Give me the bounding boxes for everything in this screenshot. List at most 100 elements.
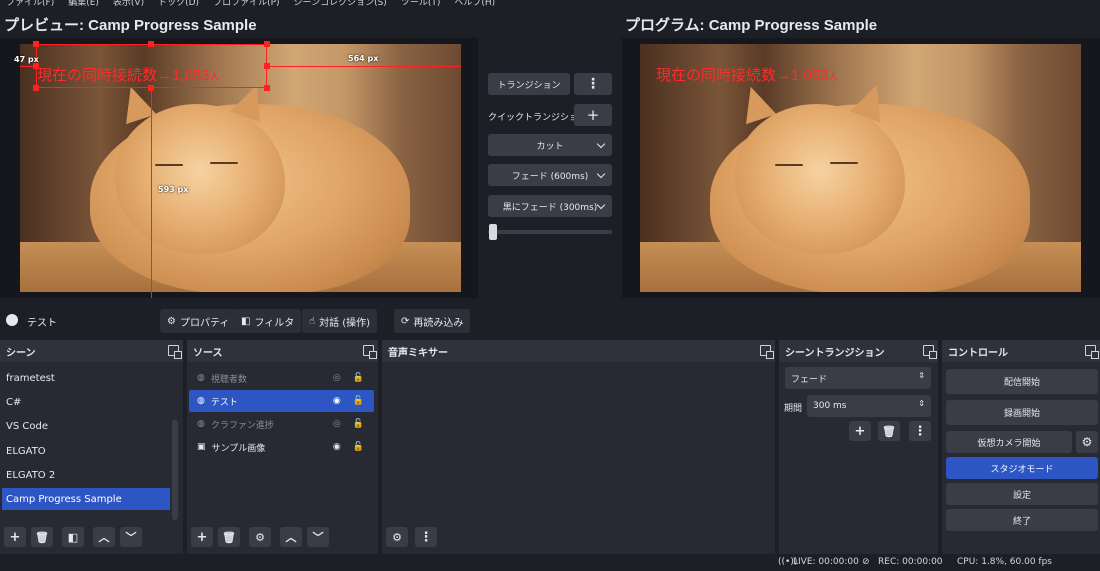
scene-item-selected[interactable]: Camp Progress Sample: [2, 488, 170, 510]
controls-header: コントロール: [942, 340, 1100, 362]
selected-source-name: テスト: [27, 318, 57, 329]
filters-button[interactable]: ◧ フィルタ: [234, 309, 302, 333]
quick-transition-cut[interactable]: カット: [488, 134, 612, 156]
chevron-down-icon: [596, 139, 606, 149]
scenes-scrollbar[interactable]: [172, 420, 178, 520]
move-source-up-button[interactable]: ︿: [280, 527, 302, 547]
lock-icon[interactable]: 🔓: [353, 419, 364, 429]
start-streaming-button[interactable]: 配信開始: [946, 369, 1098, 394]
menu-file[interactable]: ファイル(F): [6, 0, 54, 10]
scene-item[interactable]: ELGATO: [2, 440, 170, 462]
duration-spinbox[interactable]: 300 ms ⇕: [807, 395, 931, 417]
resize-handle[interactable]: [33, 85, 39, 91]
scene-item[interactable]: VS Code: [2, 415, 170, 437]
browser-icon: ◍: [197, 373, 205, 383]
menu-scene-collection[interactable]: シーンコレクション(S): [294, 0, 387, 10]
transition-button[interactable]: トランジション: [488, 73, 570, 95]
add-scene-button[interactable]: +: [4, 527, 26, 547]
updown-icon: ⇕: [918, 371, 925, 380]
menu-edit[interactable]: 編集(E): [68, 0, 99, 10]
source-properties-button[interactable]: ⚙: [249, 527, 271, 547]
chevron-up-icon: ︿: [285, 531, 297, 544]
quick-transition-label: クイックトランジション: [488, 113, 588, 123]
undock-icon[interactable]: [168, 345, 182, 359]
source-item-selected[interactable]: ◍ テスト ◉ 🔓: [189, 390, 374, 412]
eye-hidden-icon[interactable]: ◎: [333, 419, 341, 429]
transition-type-select[interactable]: フェード ⇕: [785, 367, 931, 389]
sources-dock: ソース ◍ 視聴者数 ◎ 🔓 ◍ テスト ◉ 🔓 ◍ クラファン進捗 ◎ 🔓 ▣…: [187, 340, 378, 554]
program-area: 現在の同時接続数→1,053人: [622, 38, 1100, 298]
transition-menu-button[interactable]: ⋮: [574, 73, 612, 95]
menu-view[interactable]: 表示(V): [113, 0, 144, 10]
scenes-dock-header: シーン: [0, 340, 183, 362]
guide-left: [20, 66, 36, 67]
start-virtual-camera-button[interactable]: 仮想カメラ開始: [946, 431, 1072, 453]
remove-transition-button[interactable]: 🗑: [878, 421, 900, 441]
eye-icon[interactable]: ◉: [333, 396, 341, 406]
lock-icon[interactable]: 🔓: [353, 373, 364, 383]
studio-mode-button[interactable]: スタジオモード: [946, 457, 1098, 479]
scene-transitions-header: シーントランジション: [779, 340, 938, 362]
move-scene-down-button[interactable]: ﹀: [120, 527, 142, 547]
add-source-button[interactable]: +: [191, 527, 213, 547]
duration-label: 期間: [784, 404, 803, 414]
menu-help[interactable]: ヘルプ(H): [454, 0, 495, 10]
start-recording-button[interactable]: 録画開始: [946, 400, 1098, 425]
preview-area[interactable]: 現在の同時接続数→1,053人 47 px 564 px 593 px: [0, 38, 478, 298]
add-quick-transition-button[interactable]: +: [574, 104, 612, 126]
remove-scene-button[interactable]: 🗑: [31, 527, 53, 547]
add-transition-button[interactable]: +: [849, 421, 871, 441]
transition-menu-button[interactable]: ⋮: [909, 421, 931, 441]
audio-mixer-header: 音声ミキサー: [382, 340, 775, 362]
lock-icon[interactable]: 🔓: [353, 442, 364, 452]
advanced-audio-button[interactable]: ⚙: [386, 527, 408, 547]
mixer-menu-button[interactable]: ⋮: [415, 527, 437, 547]
scene-item[interactable]: ELGATO 2: [2, 464, 170, 486]
scene-item[interactable]: C#: [2, 391, 170, 413]
interact-button[interactable]: ☝ 対話 (操作): [302, 309, 378, 333]
scene-filters-button[interactable]: ◧: [62, 527, 84, 547]
source-item[interactable]: ◍ 視聴者数 ◎ 🔓: [189, 367, 374, 389]
plus-icon: +: [854, 423, 866, 439]
menu-docks[interactable]: ドック(D): [158, 0, 199, 10]
resize-handle[interactable]: [264, 41, 270, 47]
exit-button[interactable]: 終了: [946, 509, 1098, 531]
t-bar-handle[interactable]: [489, 224, 497, 240]
selection-box[interactable]: [36, 44, 267, 88]
eye-hidden-icon[interactable]: ◎: [333, 373, 341, 383]
gear-icon: ⚙: [1081, 435, 1093, 449]
eye-icon[interactable]: ◉: [333, 442, 341, 452]
resize-handle[interactable]: [148, 41, 154, 47]
gear-icon: ⚙: [255, 530, 265, 544]
settings-button[interactable]: 設定: [946, 483, 1098, 505]
undock-icon[interactable]: [923, 345, 937, 359]
virtual-camera-settings-button[interactable]: ⚙: [1076, 431, 1098, 453]
program-overlay-text: 現在の同時接続数→1,053人: [656, 67, 839, 84]
chevron-down-icon: [596, 169, 606, 179]
menu-profile[interactable]: プロファイル(P): [213, 0, 279, 10]
t-bar-track[interactable]: [488, 230, 612, 234]
quick-transition-fade-black[interactable]: 黒にフェード (300ms): [488, 195, 612, 217]
more-vertical-icon: ⋮: [586, 76, 600, 92]
resize-handle[interactable]: [33, 41, 39, 47]
undock-icon[interactable]: [363, 345, 377, 359]
lock-icon[interactable]: 🔓: [353, 396, 364, 406]
source-toolbar: テスト ⚙ プロパティ ◧ フィルタ ☝ 対話 (操作) ⟳ 再読み込み: [0, 304, 1100, 336]
source-item[interactable]: ◍ クラファン進捗 ◎ 🔓: [189, 413, 374, 435]
reload-button[interactable]: ⟳ 再読み込み: [394, 309, 471, 333]
filter-icon: ◧: [67, 530, 79, 544]
remove-source-button[interactable]: 🗑: [218, 527, 240, 547]
trash-icon: 🗑: [222, 530, 236, 544]
scene-item[interactable]: frametest: [2, 367, 170, 389]
move-scene-up-button[interactable]: ︿: [93, 527, 115, 547]
undock-icon[interactable]: [1085, 345, 1099, 359]
source-item[interactable]: ▣ サンプル画像 ◉ 🔓: [189, 436, 374, 458]
move-source-down-button[interactable]: ﹀: [307, 527, 329, 547]
undock-icon[interactable]: [760, 345, 774, 359]
menu-bar: ファイル(F) 編集(E) 表示(V) ドック(D) プロファイル(P) シーン…: [0, 0, 1100, 10]
scenes-dock: シーン frametest C# VS Code ELGATO ELGATO 2…: [0, 340, 183, 554]
properties-button[interactable]: ⚙ プロパティ: [160, 309, 237, 333]
menu-tools[interactable]: ツール(T): [401, 0, 441, 10]
resize-handle[interactable]: [264, 85, 270, 91]
quick-transition-fade[interactable]: フェード (600ms): [488, 164, 612, 186]
